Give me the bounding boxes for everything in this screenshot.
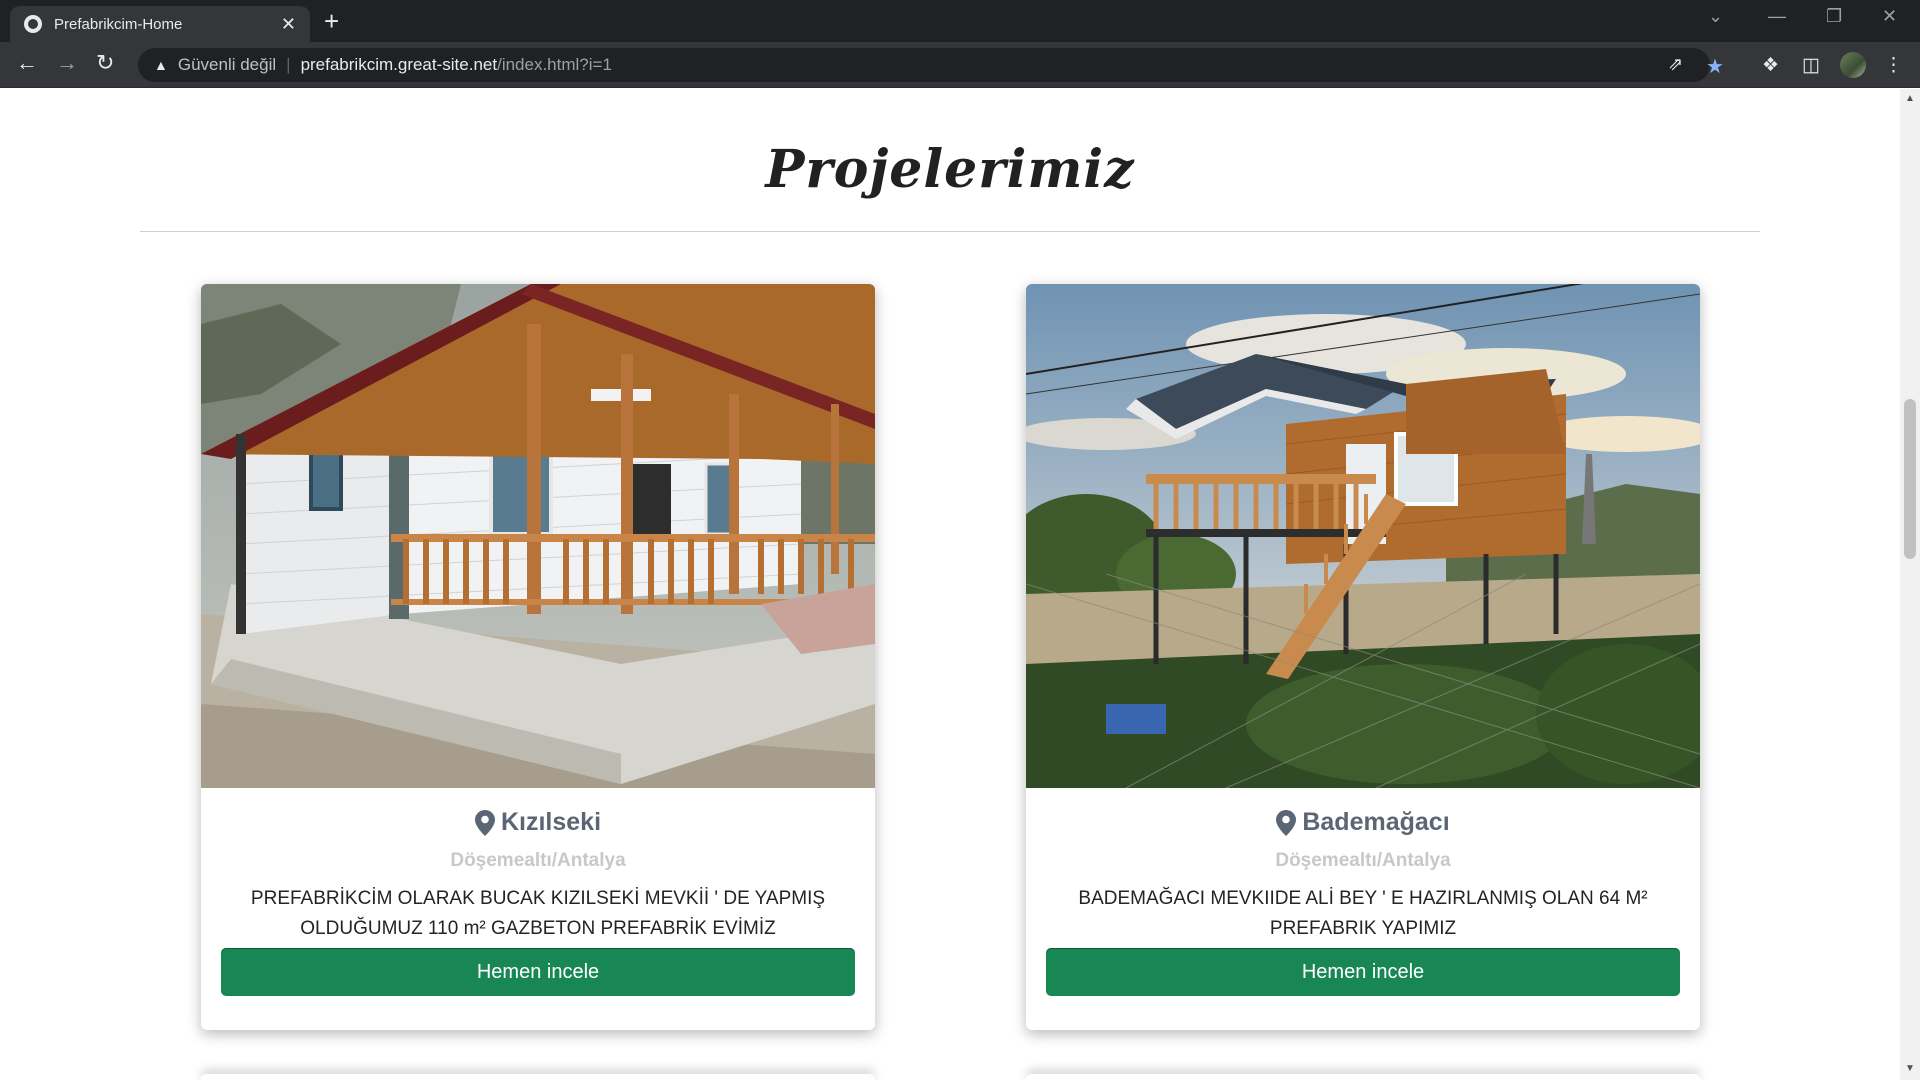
project-card-body: Bademağacı Döşemealtı/Antalya BADEMAĞACI… [1026,788,1700,1030]
project-description: PREFABRİKCİM OLARAK BUCAK KIZILSEKİ MEVK… [241,884,835,944]
description-line: PREFABRIK YAPIMIZ [1269,918,1457,939]
project-location: Bademağacı [1026,808,1700,837]
scroll-up-icon[interactable]: ▲ [1905,93,1915,104]
reload-icon[interactable]: ↻ [96,50,114,76]
description-line: BADEMAĞACI MEVKIIDE ALİ BEY ' E HAZIRLAN… [1078,888,1648,909]
browser-tab[interactable]: Prefabrikcim-Home ✕ [10,6,310,42]
back-icon[interactable]: ← [16,50,38,76]
view-project-button[interactable]: Hemen incele [221,948,855,996]
map-pin-icon [1276,809,1297,836]
close-window-icon[interactable]: ✕ [1882,6,1897,27]
project-card-body: Kızılseki Döşemealtı/Antalya PREFABRİKCİ… [201,788,875,1030]
description-line: OLDUĞUMUZ 110 m² GAZBETON PREFABRİK EVİM… [300,918,776,939]
browser-toolbar: ← → ↻ ▲ Güvenli değil | prefabrikcim.gre… [0,42,1920,88]
tab-close-icon[interactable]: ✕ [281,14,296,35]
security-status[interactable]: Güvenli değil [178,55,276,75]
scrollbar-thumb[interactable] [1904,399,1916,559]
bookmark-star-icon[interactable]: ★ [1706,54,1724,79]
project-card: Bademağacı Döşemealtı/Antalya BADEMAĞACI… [1026,284,1700,1030]
forward-icon[interactable]: → [56,50,78,76]
page-viewport: Projelerimiz Kızılseki Döşemealtı/Antaly… [0,89,1900,1080]
restore-icon[interactable]: ❐ [1826,6,1842,27]
menu-kebab-icon[interactable]: ⋮ [1884,54,1903,77]
next-project-card-edge [201,1074,875,1080]
scroll-down-icon[interactable]: ▼ [1905,1063,1915,1074]
url-host[interactable]: prefabrikcim.great-site.net [301,55,498,75]
url-separator: | [286,55,291,74]
minimize-icon[interactable]: — [1768,6,1786,27]
project-subtitle: Döşemealtı/Antalya [450,850,626,871]
description-line: PREFABRİKCİM OLARAK BUCAK KIZILSEKİ MEVK… [250,888,826,909]
map-pin-icon [474,809,495,836]
warning-icon[interactable]: ▲ [154,57,168,73]
tab-title: Prefabrikcim-Home [54,15,183,33]
project-photo [1026,284,1700,788]
project-title: Kızılseki [500,808,602,836]
extensions-icon[interactable]: ❖ [1762,54,1779,77]
address-bar[interactable]: ▲ Güvenli değil | prefabrikcim.great-sit… [138,48,1724,82]
section-title: Projelerimiz [765,139,1135,200]
share-icon[interactable]: ⇗ [1668,54,1683,75]
url-path[interactable]: /index.html?i=1 [497,55,612,75]
project-photo [201,284,875,788]
next-project-card-edge [1026,1074,1700,1080]
project-location: Kızılseki [201,808,875,837]
project-title: Bademağacı [1302,808,1450,836]
project-subtitle: Döşemealtı/Antalya [1275,850,1451,871]
profile-avatar[interactable] [1840,52,1866,78]
browser-tab-bar: Prefabrikcim-Home ✕ + ⌄ — ❐ ✕ [0,0,1920,42]
tab-search-icon[interactable]: ⌄ [1708,6,1723,27]
project-card: Kızılseki Döşemealtı/Antalya PREFABRİKCİ… [201,284,875,1030]
page-scrollbar[interactable]: ▲ ▼ [1900,89,1920,1080]
project-description: BADEMAĞACI MEVKIIDE ALİ BEY ' E HAZIRLAN… [1066,884,1660,944]
section-divider [140,231,1760,232]
new-tab-icon[interactable]: + [324,6,339,37]
side-panel-icon[interactable]: ◫ [1802,54,1820,77]
view-project-button[interactable]: Hemen incele [1046,948,1680,996]
globe-icon [24,15,42,33]
